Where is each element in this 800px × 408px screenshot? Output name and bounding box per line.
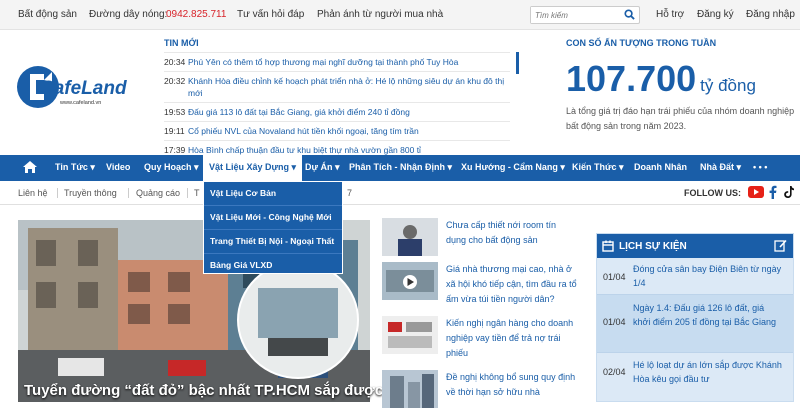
news-time: 19:11 [164, 126, 185, 136]
stat-heading: CON SỐ ẤN TƯỢNG TRONG TUẦN [566, 38, 717, 48]
search-input[interactable] [531, 7, 619, 23]
register-link[interactable]: Đăng ký [697, 9, 734, 20]
list-item[interactable]: 19:53 Đấu giá 113 lô đất tại Bắc Giang, g… [164, 102, 510, 121]
news-time: 20:32 [164, 76, 186, 86]
stat-unit: tỷ đồng [700, 76, 756, 95]
event-title[interactable]: Đóng cửa sân bay Điện Biên từ ngày 1/4 [633, 262, 783, 290]
support-link[interactable]: Hỗ trợ [656, 9, 684, 20]
subnav-quangcao[interactable]: Quảng cáo [136, 188, 180, 198]
dropdown-item-vlm[interactable]: Vật Liệu Mới - Công Nghệ Mới [210, 212, 332, 222]
search-icon[interactable] [624, 9, 635, 20]
event-row[interactable]: 01/04 Đóng cửa sân bay Điện Biên từ ngày… [597, 258, 793, 295]
topbar-link-bds[interactable]: Bất động sản [18, 9, 77, 20]
logo-url: www.cafeland.vn [60, 100, 102, 106]
subnav-divider [187, 188, 188, 198]
news-thumbnail[interactable] [382, 370, 438, 408]
edit-icon[interactable] [774, 239, 787, 252]
news-title[interactable]: Kiến nghị ngân hàng cho doanh nghiệp vay… [446, 316, 578, 361]
news-title[interactable]: Cổ phiếu NVL của Novaland hút tiền khối … [188, 125, 419, 137]
topbar-hotline-label: Đường dây nóng: [89, 9, 168, 20]
subnav-partial[interactable]: T [194, 188, 200, 198]
list-item[interactable]: 20:34 Phú Yên có thêm tổ hợp thương mại n… [164, 52, 510, 71]
news-thumbnail[interactable] [382, 218, 438, 256]
nav-item-more[interactable]: • • • [753, 162, 767, 172]
event-calendar-title: LỊCH SỰ KIỆN [619, 241, 687, 252]
logo-text: CafeLand [40, 78, 127, 99]
dropdown-item-vlcb[interactable]: Vật Liệu Cơ Bản [210, 188, 276, 198]
sub-nav: Liên hệ Truyền thông Quảng cáo T 7 [0, 181, 800, 205]
event-date: 02/04 [603, 367, 626, 377]
subnav-lienhe[interactable]: Liên hệ [18, 188, 48, 198]
news-title[interactable]: Giá nhà thương mại cao, nhà ở xã hội khó… [446, 262, 578, 307]
nav-item-doanhnhan[interactable]: Doanh Nhân [634, 162, 687, 172]
vlxd-dropdown-menu: Vật Liệu Cơ Bản Vật Liệu Mới - Công Nghệ… [203, 181, 343, 274]
cafeland-logo[interactable]: CafeLand www.cafeland.vn [16, 62, 136, 112]
news-thumbnail-image [382, 316, 438, 354]
event-title[interactable]: Hé lộ loạt dự án lớn sắp được Khánh Hòa … [633, 358, 783, 386]
nav-item-nhadat[interactable]: Nhà Đất ▾ [700, 162, 741, 173]
news-title[interactable]: Chưa cấp thiết nới room tín dụng cho bất… [446, 218, 578, 248]
list-item[interactable]: 19:11 Cổ phiếu NVL của Novaland hút tiền … [164, 121, 510, 140]
event-row[interactable]: 02/04 Hé lộ loạt dự án lớn sắp được Khán… [597, 353, 793, 401]
top-bar: Bất động sản Đường dây nóng: 0942.825.71… [0, 0, 800, 30]
nav-item-duan[interactable]: Dự Án ▾ [305, 162, 340, 173]
news-scrollbar[interactable] [516, 52, 519, 74]
nav-item-video[interactable]: Video [106, 162, 130, 172]
news-title[interactable]: Đấu giá 113 lô đất tại Bắc Giang, giá kh… [188, 106, 410, 118]
dropdown-divider [204, 253, 342, 254]
dropdown-item-ttb[interactable]: Trang Thiết Bị Nội - Ngoại Thất [210, 236, 334, 246]
subnav-divider [128, 188, 129, 198]
nav-item-tintuc[interactable]: Tin Tức ▾ [55, 162, 95, 173]
latest-news-list: 20:34 Phú Yên có thêm tổ hợp thương mại n… [164, 52, 510, 159]
nav-item-quyhoach[interactable]: Quy Hoạch ▾ [144, 162, 199, 173]
stat-value-block: 107.700 tỷ đồng [566, 58, 756, 100]
news-title[interactable]: Phú Yên có thêm tổ hợp thương mại nghĩ d… [188, 56, 458, 68]
stat-value: 107.700 [566, 58, 697, 99]
news-time: 19:53 [164, 107, 186, 117]
subnav-partial-trailing: 7 [347, 188, 353, 198]
follow-us-label: FOLLOW US: [684, 188, 741, 198]
nav-item-phantich[interactable]: Phân Tích - Nhận Định ▾ [349, 162, 452, 173]
nav-item-kienthuc[interactable]: Kiến Thức ▾ [572, 162, 624, 173]
news-thumbnail-image [382, 370, 438, 408]
dropdown-item-bgvlxd[interactable]: Bảng Giá VLXD [210, 260, 272, 270]
youtube-icon[interactable] [748, 185, 764, 199]
subnav-divider [57, 188, 58, 198]
event-calendar: LỊCH SỰ KIỆN 01/04 Đóng cửa sân bay Điện… [596, 233, 794, 402]
dropdown-divider [204, 229, 342, 230]
tiktok-icon[interactable] [783, 185, 795, 199]
event-date: 01/04 [603, 272, 626, 282]
dropdown-divider [204, 205, 342, 206]
news-thumbnail[interactable] [382, 262, 438, 300]
news-title[interactable]: Đề nghị không bổ sung quy định về thời h… [446, 370, 578, 400]
topbar-link-phananh[interactable]: Phản ánh từ người mua nhà [317, 9, 443, 20]
event-calendar-header: LỊCH SỰ KIỆN [597, 234, 793, 258]
subnav-truyenthong[interactable]: Truyền thông [64, 188, 117, 198]
event-title[interactable]: Ngày 1.4: Đấu giá 126 lô đất, giá khởi đ… [633, 301, 783, 329]
main-nav: Tin Tức ▾ Video Quy Hoạch ▾ Vật Liệu Xây… [0, 155, 800, 181]
home-icon[interactable] [22, 160, 38, 174]
news-heading: TIN MỚI [164, 38, 199, 48]
topbar-link-tuvan[interactable]: Tư vấn hỏi đáp [237, 9, 304, 20]
news-time: 20:34 [164, 57, 186, 67]
news-title[interactable]: Khánh Hòa điều chỉnh kế hoạch phát triển… [188, 75, 510, 99]
nav-item-vlxd[interactable]: Vật Liệu Xây Dựng ▾ [203, 155, 303, 181]
calendar-icon [602, 240, 614, 252]
news-thumbnail[interactable] [382, 316, 438, 354]
hero-caption[interactable]: Tuyển đường “đất đỏ” bậc nhất TP.HCM sắp… [24, 382, 383, 399]
search-box[interactable] [530, 6, 640, 24]
news-thumbnail-image [382, 262, 438, 300]
event-date: 01/04 [603, 317, 626, 327]
news-thumbnail-image [382, 218, 438, 256]
login-link[interactable]: Đăng nhập [746, 9, 795, 20]
list-item[interactable]: 20:32 Khánh Hòa điều chỉnh kế hoạch phát … [164, 71, 510, 102]
event-row[interactable]: 01/04 Ngày 1.4: Đấu giá 126 lô đất, giá … [597, 295, 793, 353]
facebook-icon[interactable] [768, 185, 778, 199]
nav-item-xuhuong[interactable]: Xu Hướng - Cẩm Nang ▾ [461, 162, 565, 173]
hotline-number[interactable]: 0942.825.711 [166, 9, 226, 20]
stat-description: Là tổng giá trị đáo hạn trái phiếu của n… [566, 106, 795, 131]
